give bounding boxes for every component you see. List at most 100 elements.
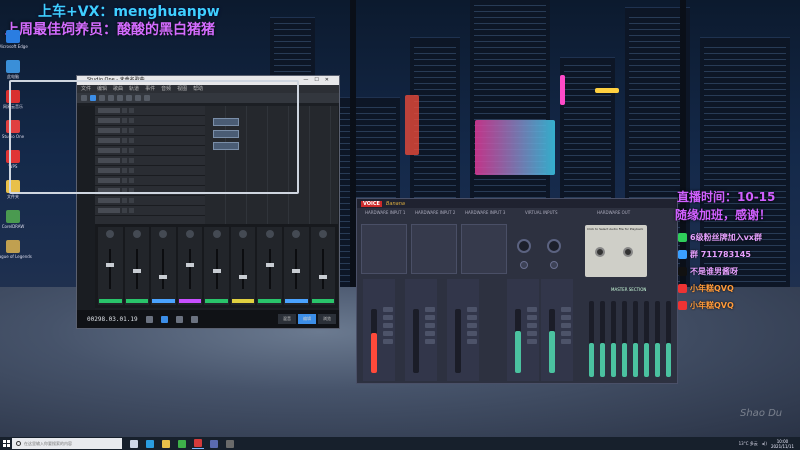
mute-button[interactable] xyxy=(122,198,127,203)
input-strip[interactable] xyxy=(447,279,479,381)
input-strip[interactable] xyxy=(541,279,573,381)
master-fader-track[interactable] xyxy=(655,301,660,377)
master-fader[interactable] xyxy=(664,301,673,377)
input-panel-2[interactable] xyxy=(411,224,457,274)
record-icon[interactable] xyxy=(175,315,183,323)
pan-knob[interactable] xyxy=(318,230,327,238)
input-strip[interactable] xyxy=(363,279,395,381)
fader-cap[interactable] xyxy=(265,263,274,267)
bus-button[interactable] xyxy=(425,323,435,328)
input-strip[interactable] xyxy=(405,279,437,381)
bus-button[interactable] xyxy=(425,339,435,344)
bus-button[interactable] xyxy=(527,339,537,344)
tab-2[interactable]: 浏览 xyxy=(318,314,336,324)
fader-track[interactable] xyxy=(162,249,165,289)
master-fader[interactable] xyxy=(609,301,618,377)
fader-cap[interactable] xyxy=(132,269,141,273)
tab-0[interactable]: 混音 xyxy=(278,314,296,324)
fader-track[interactable] xyxy=(188,249,191,289)
fader-track[interactable] xyxy=(321,249,324,289)
solo-button[interactable] xyxy=(129,208,134,213)
fader-cap[interactable] xyxy=(318,275,327,279)
mute-button[interactable] xyxy=(122,208,127,213)
volume-fader[interactable] xyxy=(413,309,419,373)
bus-buttons[interactable] xyxy=(425,307,435,344)
fx-knob[interactable] xyxy=(520,261,528,269)
desktop-icon[interactable]: CorelDRAW xyxy=(2,210,24,232)
master-fader-track[interactable] xyxy=(622,301,627,377)
bus-button[interactable] xyxy=(561,323,571,328)
cassette-player[interactable]: Click to Select Audio File for Playback xyxy=(585,225,647,277)
master-fader-track[interactable] xyxy=(666,301,671,377)
fader-cap[interactable] xyxy=(159,275,168,279)
bus-button[interactable] xyxy=(383,323,393,328)
pan-knob[interactable] xyxy=(239,230,248,238)
daw-window[interactable]: Studio One - 未命名歌曲 —☐✕ 文件 编辑 歌曲 轨道 事件 音频 视图 帮助 … xyxy=(9,75,340,329)
stop-icon[interactable] xyxy=(145,315,153,323)
bus-button[interactable] xyxy=(561,339,571,344)
bus-button[interactable] xyxy=(425,315,435,320)
bus-button[interactable] xyxy=(383,315,393,320)
master-fader-track[interactable] xyxy=(644,301,649,377)
volume-icon[interactable]: ◂)) xyxy=(762,441,767,446)
solo-button[interactable] xyxy=(129,198,134,203)
bus-button[interactable] xyxy=(383,339,393,344)
fader-cap[interactable] xyxy=(239,275,248,279)
bus-button[interactable] xyxy=(383,307,393,312)
bus-button[interactable] xyxy=(527,323,537,328)
fx-knob[interactable] xyxy=(550,261,558,269)
eq-knob[interactable] xyxy=(547,239,561,253)
master-fader-track[interactable] xyxy=(611,301,616,377)
volume-fader[interactable] xyxy=(455,309,461,373)
bus-button[interactable] xyxy=(425,331,435,336)
tab-1[interactable]: 编辑 xyxy=(298,314,316,324)
bus-button[interactable] xyxy=(467,323,477,328)
master-fader[interactable] xyxy=(631,301,640,377)
bus-button[interactable] xyxy=(467,339,477,344)
mixer-channel[interactable] xyxy=(124,227,150,305)
volume-fader[interactable] xyxy=(371,309,377,373)
taskbar-app[interactable] xyxy=(144,438,156,449)
master-fader[interactable] xyxy=(598,301,607,377)
master-fader[interactable] xyxy=(587,301,596,377)
taskbar-app[interactable] xyxy=(160,438,172,449)
fader-cap[interactable] xyxy=(106,263,115,267)
play-icon[interactable] xyxy=(160,315,168,323)
mixer-channel[interactable] xyxy=(257,227,282,305)
eq-knob[interactable] xyxy=(517,239,531,253)
bus-button[interactable] xyxy=(527,331,537,336)
bus-button[interactable] xyxy=(467,331,477,336)
bus-button[interactable] xyxy=(527,307,537,312)
pan-knob[interactable] xyxy=(265,230,274,238)
desktop-icon[interactable]: League of Legends xyxy=(0,240,32,262)
taskbar-app[interactable] xyxy=(224,438,236,449)
pan-knob[interactable] xyxy=(132,230,141,238)
taskbar[interactable]: 13°C 多云 ◂)) 10:00 2021/11/11 xyxy=(0,437,800,450)
voicemeeter-window[interactable]: VOICE Banana HARDWARE INPUT 1 HARDWARE IN… xyxy=(356,198,678,384)
window-controls[interactable]: —☐✕ xyxy=(303,76,335,85)
mixer-channel[interactable] xyxy=(177,227,203,305)
bus-button[interactable] xyxy=(425,307,435,312)
taskbar-search[interactable] xyxy=(12,438,122,449)
input-strip[interactable] xyxy=(507,279,539,381)
fader-cap[interactable] xyxy=(292,269,301,273)
bus-button[interactable] xyxy=(527,315,537,320)
input-panel-3[interactable] xyxy=(461,224,507,274)
bus-buttons[interactable] xyxy=(527,307,537,344)
track-row[interactable] xyxy=(95,196,205,206)
master-fader-track[interactable] xyxy=(589,301,594,377)
bus-buttons[interactable] xyxy=(561,307,571,344)
pan-knob[interactable] xyxy=(212,230,221,238)
master-fader-track[interactable] xyxy=(600,301,605,377)
fader-cap[interactable] xyxy=(185,263,194,267)
taskbar-app[interactable] xyxy=(192,438,204,449)
pan-knob[interactable] xyxy=(106,230,115,238)
input-panel-1[interactable] xyxy=(361,224,407,274)
fader-track[interactable] xyxy=(109,249,112,289)
bus-button[interactable] xyxy=(561,315,571,320)
master-fader[interactable] xyxy=(642,301,651,377)
fader-track[interactable] xyxy=(242,249,245,289)
bus-button[interactable] xyxy=(561,331,571,336)
bus-buttons[interactable] xyxy=(467,307,477,344)
loop-icon[interactable] xyxy=(190,315,198,323)
